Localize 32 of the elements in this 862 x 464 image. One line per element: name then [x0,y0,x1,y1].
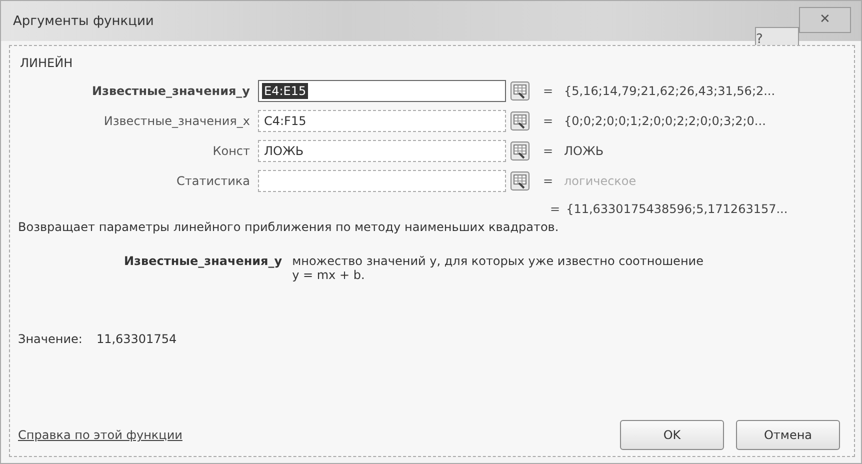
argument-label: Известные_значения_y [92,84,251,98]
range-select-icon[interactable] [510,111,530,131]
equals-sign: = [542,114,554,128]
window-title: Аргументы функции [13,14,154,28]
equals-sign: = [550,202,560,216]
argument-label: Конст [212,144,251,158]
argument-name: Известные_значения_y [124,254,282,270]
argument-label: Известные_значения_x [104,114,251,128]
close-button[interactable]: ✕ [799,7,851,33]
formula-result: {11,6330175438596;5,171263157... [566,202,788,216]
function-description: Возвращает параметры линейного приближения по методу наименьших квадратов. [18,220,560,234]
argument-result: логическое [564,174,638,188]
argument-label: Статистика [176,174,251,188]
value-label: Значение: [18,332,82,346]
range-select-icon[interactable] [510,141,530,161]
input-field[interactable]: ЛОЖЬ [258,140,506,162]
equals-sign: = [542,144,554,158]
input-field[interactable]: C4:F15 [258,110,506,132]
value-text: 11,63301754 [96,332,177,346]
argument-result: {5,16;14,79;21,62;26,43;31,56;2... [564,84,776,98]
range-select-icon[interactable] [510,171,530,191]
argument-result: ЛОЖЬ [564,144,605,158]
equals-sign: = [542,174,554,188]
ok-button[interactable]: OK [620,420,724,450]
range-select-icon[interactable] [510,81,530,101]
equals-sign: = [542,84,554,98]
argument-result: {0;0;2;0;0;1;2;0;0;2;2;0;0;3;2;0... [564,114,767,128]
cancel-button[interactable]: Отмена [736,420,840,450]
input-field[interactable]: E4:E15 [258,80,506,102]
function-name: ЛИНЕЙН [20,56,73,70]
argument-description: множество значений y, для которых уже известно соотношение y = mx + b. [292,254,704,282]
help-link[interactable]: Справка по этой функции [18,428,182,442]
